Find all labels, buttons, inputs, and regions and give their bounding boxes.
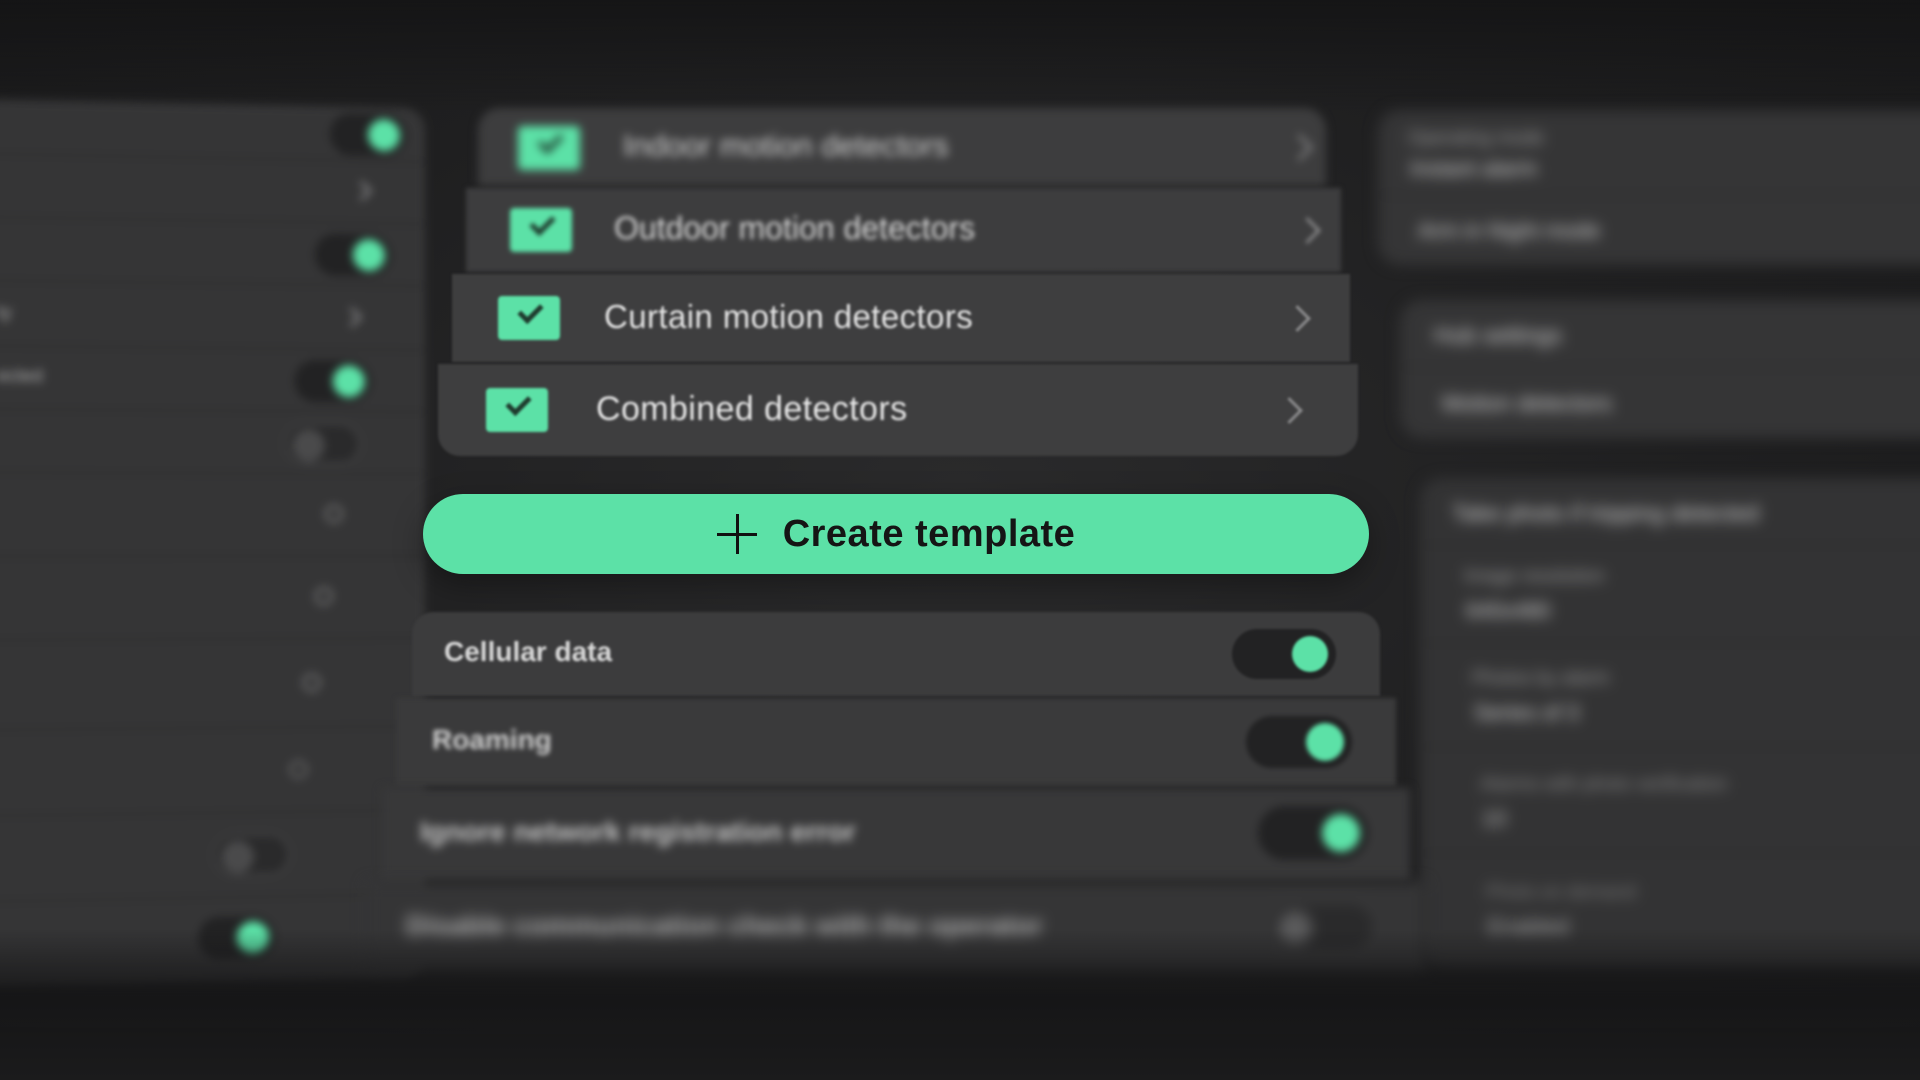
- roaming-row[interactable]: Roaming: [396, 698, 1396, 786]
- night-mode-label: Arm in Night mode: [1418, 218, 1601, 243]
- photo-title-row[interactable]: Take photo if tripping detected: [1420, 478, 1920, 546]
- photo-on-demand-row[interactable]: Photo on demand Enabled: [1420, 854, 1920, 968]
- chevron-right-icon: [341, 307, 362, 328]
- spinner-icon: [302, 673, 321, 692]
- left-row[interactable]: [0, 639, 425, 732]
- create-template-button[interactable]: Create template: [423, 494, 1369, 574]
- left-row[interactable]: [0, 811, 425, 904]
- motion-detectors-label: Motion detectors: [1442, 390, 1613, 416]
- detector-row-outdoor[interactable]: Outdoor motion detectors: [466, 188, 1341, 272]
- left-row[interactable]: [0, 557, 425, 642]
- operating-mode-label: Operating mode: [1408, 128, 1545, 149]
- toggle-switch[interactable]: [1266, 900, 1378, 954]
- toggle-switch[interactable]: [198, 915, 276, 960]
- toggle-switch[interactable]: [1232, 629, 1336, 679]
- toggle-switch[interactable]: [294, 359, 371, 403]
- left-row[interactable]: ected: [0, 346, 425, 413]
- chevron-right-icon: [1284, 305, 1311, 332]
- cellular-data-row[interactable]: Cellular data: [412, 612, 1380, 696]
- photo-on-demand-label: Photo on demand: [1486, 882, 1637, 903]
- alarms-verification-row[interactable]: Alarms with photo verification 10: [1420, 748, 1920, 854]
- detector-label: Indoor motion detectors: [623, 128, 949, 163]
- hub-settings-row[interactable]: Hub settings: [1400, 300, 1920, 368]
- operating-mode-panel: Operating mode Instant alarm Arm in Nigh…: [1378, 110, 1920, 265]
- operating-mode-value: Instant alarm: [1410, 156, 1538, 181]
- cellular-row-label: Cellular data: [444, 636, 613, 667]
- checkbox-checked-icon[interactable]: [518, 126, 580, 170]
- checkbox-checked-icon[interactable]: [510, 208, 572, 252]
- left-row[interactable]: [0, 97, 425, 163]
- left-row-label: ty: [0, 301, 12, 323]
- create-template-label: Create template: [782, 512, 1076, 555]
- left-row[interactable]: [0, 727, 425, 818]
- chevron-right-icon: [1294, 217, 1321, 244]
- toggle-switch[interactable]: [329, 112, 407, 157]
- hub-settings-panel: Hub settings Motion detectors: [1400, 300, 1920, 438]
- photo-title-label: Take photo if tripping detected: [1452, 500, 1759, 526]
- toggle-switch[interactable]: [284, 422, 361, 465]
- spinner-icon: [289, 760, 308, 779]
- photo-settings-panel: Take photo if tripping detected Image re…: [1420, 478, 1920, 968]
- left-row[interactable]: [0, 154, 425, 225]
- settings-stage: ty ected Operating mode Instant alarm Ar…: [0, 0, 1920, 1080]
- photos-by-alarm-value: Series of 3: [1474, 700, 1580, 725]
- spinner-icon: [324, 504, 343, 523]
- image-resolution-value: 640x480: [1466, 598, 1551, 623]
- toggle-switch[interactable]: [1246, 716, 1352, 768]
- detector-label: Outdoor motion detectors: [614, 210, 976, 246]
- left-row[interactable]: [0, 473, 425, 558]
- cellular-row-label: Roaming: [432, 724, 552, 755]
- left-row-label: ected: [0, 365, 43, 387]
- operating-mode-row[interactable]: Operating mode Instant alarm: [1378, 110, 1920, 196]
- photos-by-alarm-row[interactable]: Photos by alarm Series of 3: [1420, 644, 1920, 748]
- detector-label: Combined detectors: [596, 390, 908, 428]
- ignore-network-error-row[interactable]: Ignore network registration error: [382, 788, 1410, 880]
- photo-on-demand-value: Enabled: [1488, 914, 1569, 939]
- detector-label: Curtain motion detectors: [604, 298, 974, 335]
- detector-row-curtain[interactable]: Curtain motion detectors: [452, 274, 1350, 362]
- left-row[interactable]: [0, 217, 425, 287]
- cellular-row-label: Ignore network registration error: [420, 816, 856, 847]
- detectors-panel: Indoor motion detectors Outdoor motion d…: [438, 108, 1358, 456]
- chevron-right-icon: [1286, 134, 1313, 161]
- detector-row-combined[interactable]: Combined detectors: [438, 364, 1358, 456]
- toggle-switch[interactable]: [1258, 806, 1368, 860]
- photos-by-alarm-label: Photos by alarm: [1472, 668, 1610, 689]
- plus-icon: [716, 514, 757, 554]
- hub-settings-label: Hub settings: [1434, 322, 1562, 348]
- image-resolution-label: Image resolution: [1464, 566, 1605, 587]
- chevron-right-icon: [1276, 397, 1303, 424]
- left-row[interactable]: ty: [0, 281, 425, 351]
- left-settings-panel: ty ected: [0, 97, 425, 989]
- detector-row-indoor[interactable]: Indoor motion detectors: [478, 108, 1326, 186]
- toggle-switch[interactable]: [213, 832, 291, 877]
- alarms-verification-label: Alarms with photo verification: [1480, 774, 1728, 795]
- chevron-right-icon: [352, 180, 372, 201]
- cellular-panel: Cellular data Roaming Ignore network reg…: [366, 612, 1426, 972]
- checkbox-checked-icon[interactable]: [498, 296, 560, 340]
- toggle-switch[interactable]: [314, 233, 392, 277]
- alarms-verification-value: 10: [1482, 806, 1507, 831]
- left-row[interactable]: [0, 409, 425, 475]
- disable-operator-check-row[interactable]: Disable communication check with the ope…: [366, 882, 1426, 972]
- night-mode-row[interactable]: Arm in Night mode: [1378, 196, 1920, 265]
- image-resolution-row[interactable]: Image resolution 640x480: [1420, 546, 1920, 644]
- checkbox-checked-icon[interactable]: [486, 388, 548, 432]
- cellular-row-label: Disable communication check with the ope…: [406, 910, 1043, 941]
- spinner-icon: [314, 587, 333, 606]
- left-row[interactable]: [0, 895, 425, 985]
- motion-detectors-row[interactable]: Motion detectors: [1400, 368, 1920, 438]
